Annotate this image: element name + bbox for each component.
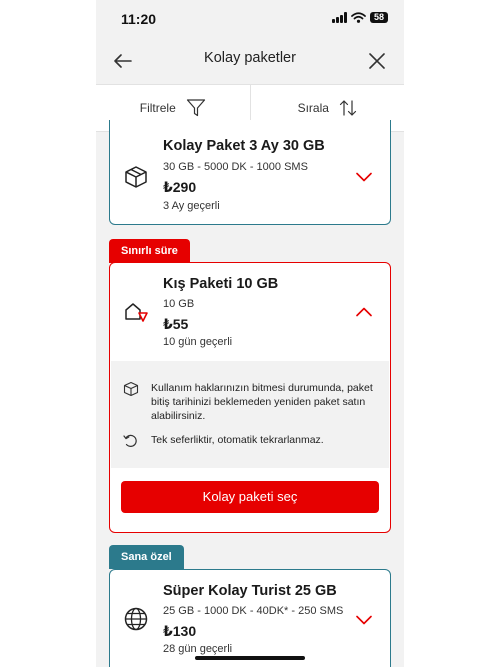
status-badge: Sana özel [109,545,184,569]
chevron-down-icon[interactable] [356,615,372,625]
package-validity: 28 gün geçerli [163,643,233,655]
filter-label: Filtrele [139,101,176,115]
status-icons: 58 [332,12,388,23]
sort-arrows-icon [339,100,357,116]
package-card[interactable]: Süper Kolay Turist 25 GB 25 GB - 1000 DK… [109,569,391,667]
status-time: 11:20 [121,11,157,27]
snow-house-icon [125,303,148,322]
package-details: 10 GB [163,298,195,310]
package-info-panel: Kullanım haklarınızın bitmesi durumunda,… [111,361,389,468]
sort-label: Sırala [297,101,329,115]
phone-screen: 11:20 58 Kolay paketler Filtrele Sırala … [96,0,404,667]
package-price: ₺55 [163,316,189,332]
status-bar: 11:20 58 [96,0,404,38]
package-details: 25 GB - 1000 DK - 40DK* - 250 SMS [163,605,344,617]
package-validity: 10 gün geçerli [163,336,233,348]
box-small-icon [123,381,139,397]
info-row: Tek seferliktir, otomatik tekrarlanmaz. [123,433,377,449]
package-price: ₺130 [163,623,197,639]
info-text: Tek seferliktir, otomatik tekrarlanmaz. [151,434,324,446]
package-validity: 3 Ay geçerli [163,200,220,212]
select-package-button[interactable]: Kolay paketi seç [121,481,379,513]
package-name: Kış Paketi 10 GB [163,276,279,292]
package-price: ₺290 [163,179,197,195]
info-row: Kullanım haklarınızın bitmesi durumunda,… [123,381,377,423]
filter-funnel-icon [186,99,205,117]
close-icon[interactable] [364,48,390,74]
box-icon [125,166,147,188]
package-name: Süper Kolay Turist 25 GB [163,583,337,599]
globe-icon [124,607,148,631]
renew-icon [123,434,137,447]
page-title: Kolay paketler [204,50,296,66]
chevron-down-icon[interactable] [356,172,372,182]
info-text: Kullanım haklarınızın bitmesi durumunda,… [151,382,373,422]
package-card-expanded[interactable]: Kış Paketi 10 GB 10 GB ₺55 10 gün geçerl… [109,262,391,533]
app-header: Kolay paketler [96,38,404,84]
chevron-up-icon[interactable] [356,307,372,317]
package-name: Kolay Paket 3 Ay 30 GB [163,138,325,154]
battery-icon: 58 [370,12,388,23]
signal-icon [332,12,347,23]
package-details: 30 GB - 5000 DK - 1000 SMS [163,161,308,173]
status-badge: Sınırlı süre [109,239,190,263]
home-indicator[interactable] [195,656,305,660]
package-card[interactable]: Kolay Paket 3 Ay 30 GB 30 GB - 5000 DK -… [109,120,391,225]
wifi-icon [351,12,366,23]
